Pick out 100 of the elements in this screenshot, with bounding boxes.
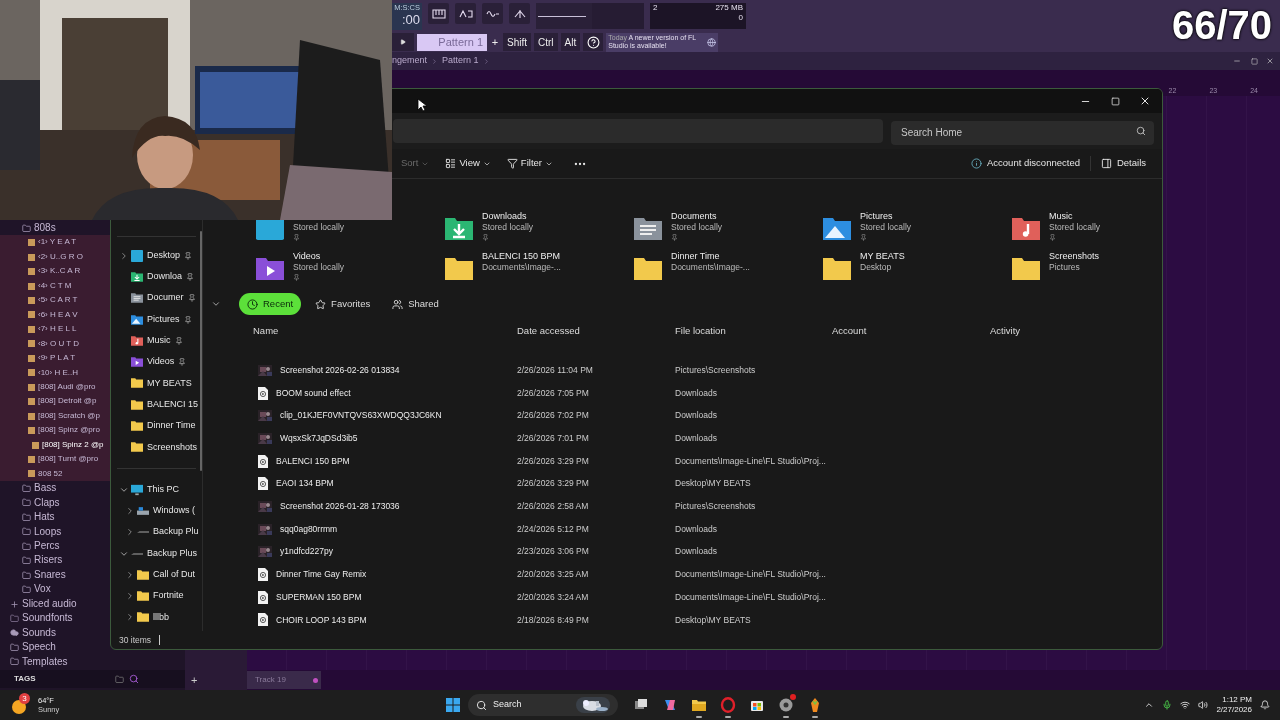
sidebar-item[interactable]: BALENCI 15 <box>147 397 199 412</box>
file-name[interactable]: SUPERMAN 150 BPM <box>276 590 362 604</box>
chevron-right-icon[interactable] <box>125 527 135 538</box>
column-header[interactable]: Name <box>253 323 517 339</box>
chevron-right-icon[interactable] <box>125 505 135 516</box>
tab[interactable]: Shared <box>384 293 447 315</box>
column-header[interactable]: Activity <box>990 323 1162 339</box>
sidebar-item[interactable]: Call of Dut <box>153 568 196 582</box>
chevron-down-icon[interactable] <box>211 299 221 309</box>
browser-folder[interactable]: Hats <box>34 510 55 525</box>
browser-folder[interactable]: 808s <box>34 221 56 236</box>
toolbar-button[interactable]: View <box>437 152 499 175</box>
sidebar-item[interactable]: Fortnite <box>153 589 184 603</box>
browser-folder[interactable]: Vox <box>34 582 51 597</box>
details-button[interactable]: Details <box>1090 156 1156 171</box>
start-icon[interactable] <box>445 697 461 713</box>
chevron-right-icon[interactable] <box>125 569 135 580</box>
browser-file[interactable]: ‹4› C T M <box>38 278 72 294</box>
add-channel-button[interactable]: + <box>191 671 198 689</box>
browser-icon[interactable] <box>778 697 794 713</box>
browser-file[interactable]: ‹1› Y E A T <box>38 235 77 250</box>
notifications-icon[interactable] <box>1260 700 1270 710</box>
browser-file[interactable]: [808] Scratch @p <box>38 408 100 424</box>
file-name[interactable]: y1ndfcd227py <box>280 545 333 559</box>
pattern-arrow-button[interactable] <box>392 33 414 51</box>
quick-access-name[interactable]: Music <box>1049 211 1101 222</box>
quick-access-name[interactable]: Pictures <box>860 211 912 222</box>
sidebar-item[interactable]: Music <box>147 334 171 348</box>
browser-file[interactable]: ‹5› C A R T <box>38 293 78 308</box>
wifi-icon[interactable] <box>1180 700 1191 710</box>
tab[interactable]: Favorites <box>307 293 379 315</box>
breadcrumb-item[interactable]: ngement <box>392 54 428 68</box>
browser-file[interactable]: 808 52 <box>38 466 63 482</box>
quick-access-name[interactable]: BALENCI 150 BPM <box>482 251 561 262</box>
sidebar-item[interactable]: Dinner Time <box>147 419 196 433</box>
browser-file[interactable]: ‹3› K..C A R <box>38 264 81 279</box>
browser-file[interactable]: ‹2› U..G R O <box>38 249 83 265</box>
tool-button[interactable] <box>509 3 530 24</box>
clock-date[interactable]: 2/27/2026 <box>1216 705 1252 715</box>
microphone-icon[interactable] <box>1162 700 1173 710</box>
file-name[interactable]: Dinner Time Gay Remix <box>276 568 367 581</box>
toolbar-button[interactable]: Filter <box>498 152 561 175</box>
restore-icon[interactable] <box>1251 57 1258 65</box>
quick-access-name[interactable]: Screenshots <box>1049 251 1100 262</box>
column-header[interactable]: File location <box>675 323 832 339</box>
add-pattern-button[interactable]: + <box>490 33 500 51</box>
browser-folder[interactable]: Claps <box>34 495 60 511</box>
help-button[interactable] <box>583 33 604 51</box>
browser-file[interactable]: [808] Turnt @pro <box>38 452 99 467</box>
file-name[interactable]: BOOM sound effect <box>276 386 351 400</box>
chevron-right-icon[interactable] <box>119 250 129 261</box>
scrollbar[interactable] <box>200 231 202 471</box>
chevron-right-icon[interactable] <box>125 591 135 602</box>
file-name[interactable]: Screenshot 2026-02-26 013834 <box>280 363 400 377</box>
file-name[interactable]: sqq0ag80rrmm <box>280 522 338 536</box>
sidebar-item[interactable]: Screenshots <box>147 440 198 455</box>
modifier-key[interactable]: Ctrl <box>534 33 558 51</box>
taskbar-search[interactable]: Search <box>468 694 618 716</box>
sidebar-item[interactable]: Pictures <box>147 312 180 327</box>
account-status[interactable]: Account disconnected <box>971 156 1091 171</box>
browser-file[interactable]: [808] Detroit @p <box>38 394 97 409</box>
quick-access-name[interactable]: Downloads <box>482 211 534 222</box>
browser-folder[interactable]: Speech <box>22 640 56 655</box>
quick-access-name[interactable]: Documents <box>671 211 723 222</box>
column-header[interactable]: Account <box>832 323 990 339</box>
file-name[interactable]: CHOIR LOOP 143 BPM <box>276 613 367 627</box>
browser-folder[interactable]: Sliced audio <box>22 596 77 612</box>
search-icon[interactable] <box>129 674 139 684</box>
chevron-right-icon[interactable] <box>125 612 135 623</box>
browser-file[interactable]: [808] Spinz 2 @p <box>42 437 104 453</box>
browser-folder[interactable]: Templates <box>22 654 68 670</box>
tool-button[interactable] <box>455 3 476 24</box>
sidebar-item[interactable]: lllbb <box>153 610 169 625</box>
folder-icon[interactable] <box>691 697 707 713</box>
sidebar-item[interactable]: This PC <box>147 482 179 497</box>
modifier-key[interactable]: Alt <box>560 33 581 51</box>
tab[interactable]: Recent <box>239 293 302 315</box>
browser-file[interactable]: ‹8› O U T D <box>38 336 80 352</box>
sidebar-item[interactable]: Desktop <box>147 248 181 263</box>
sidebar-item[interactable]: Videos <box>147 355 175 369</box>
browser-folder[interactable]: Percs <box>34 538 60 554</box>
quick-access-name[interactable]: MY BEATS <box>860 251 905 262</box>
file-name[interactable]: BALENCI 150 BPM <box>276 454 350 468</box>
sidebar-item[interactable]: Windows ( <box>153 504 195 518</box>
sidebar-item[interactable]: Backup Plu <box>153 525 199 539</box>
quick-access-name[interactable]: Videos <box>293 251 345 262</box>
sidebar-item[interactable]: Documer <box>147 291 184 305</box>
file-name[interactable]: WqsxSk7JqDSd3ib5 <box>280 432 358 445</box>
browser-folder[interactable]: Snares <box>34 567 66 583</box>
sidebar-item[interactable]: Backup Plus <box>147 546 198 561</box>
file-name[interactable]: Screenshot 2026-01-28 173036 <box>280 500 400 513</box>
browser-file[interactable]: [808] Audi @pro <box>38 380 96 395</box>
breadcrumb-item[interactable]: Pattern 1 <box>442 54 479 68</box>
browser-file[interactable]: [808] Spinz @pro <box>38 423 100 438</box>
browser-folder[interactable]: Soundfonts <box>22 611 73 626</box>
modifier-key[interactable]: Shift <box>503 33 531 51</box>
close-icon[interactable] <box>1266 57 1274 65</box>
quick-access-name[interactable]: Dinner Time <box>671 251 750 262</box>
tool-button[interactable] <box>428 3 449 24</box>
browser-folder[interactable]: Loops <box>34 524 62 539</box>
